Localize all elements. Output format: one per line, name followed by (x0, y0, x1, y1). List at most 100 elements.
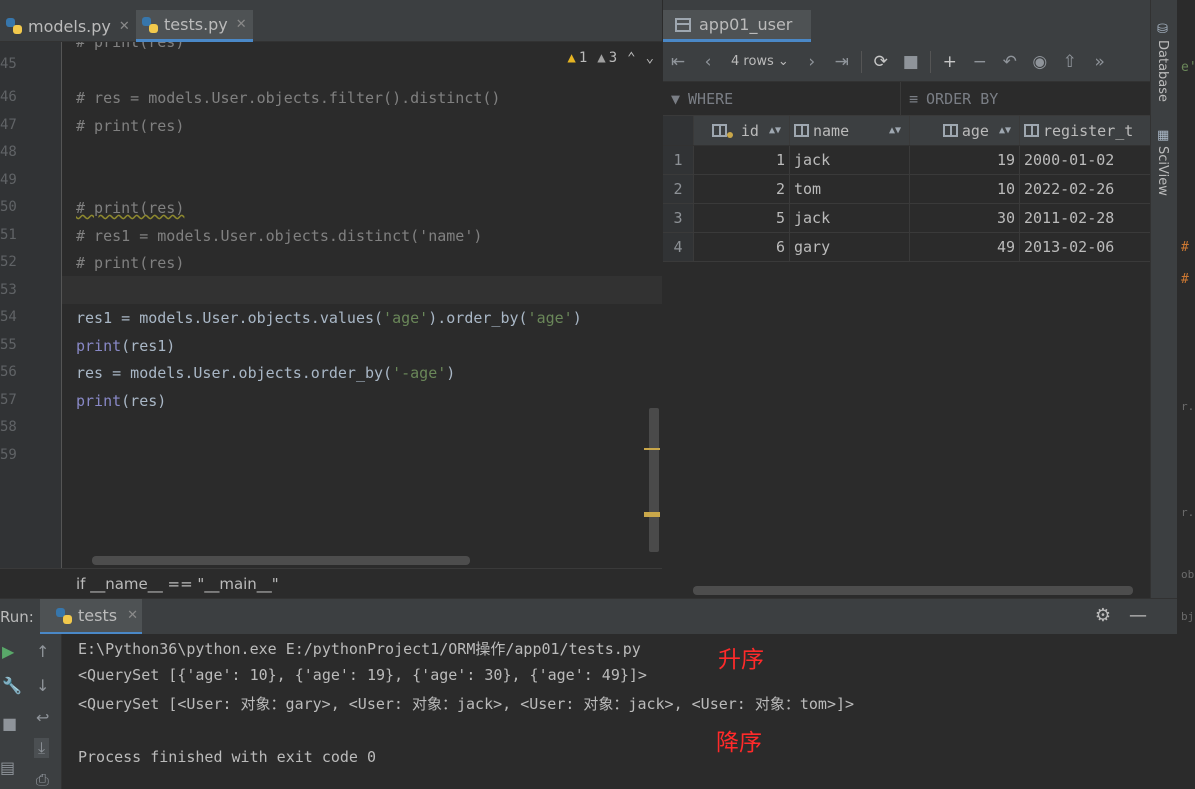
add-row-icon[interactable]: + (935, 47, 965, 77)
warning-count-value: 1 (578, 50, 588, 66)
print-icon[interactable]: ⎙ (36, 770, 49, 789)
table-row[interactable]: 3 5 jack 30 2011-02-28 (663, 204, 1151, 233)
edge-fragment: r. (1181, 506, 1195, 519)
chevron-down-icon[interactable]: ⌄ (646, 50, 654, 66)
row-number: 2 (663, 175, 694, 203)
first-page-icon[interactable]: ⇤ (663, 47, 693, 77)
inspection-widget[interactable]: ▲ 1 ▲ 3 ⌃ ⌄ (567, 50, 654, 66)
cell-id[interactable]: 6 (694, 233, 790, 261)
wrench-icon[interactable]: 🔧 (2, 676, 22, 695)
revert-icon[interactable]: ↶ (995, 47, 1025, 77)
cell-age[interactable]: 49 (910, 233, 1020, 261)
sort-arrows-icon[interactable]: ▲▼ (999, 125, 1011, 136)
line-number: 46 (0, 89, 17, 105)
chevron-up-icon[interactable]: ⌃ (627, 50, 635, 66)
view-query-icon[interactable]: ◉ (1025, 47, 1055, 77)
close-icon[interactable]: ✕ (119, 19, 130, 34)
table-row[interactable]: 1 1 jack 19 2000-01-02 (663, 146, 1151, 175)
console-line: <QuerySet [{'age': 10}, {'age': 19}, {'a… (78, 666, 647, 684)
stop-icon[interactable]: ■ (896, 47, 926, 77)
code-token: (res) (121, 392, 167, 410)
up-arrow-icon[interactable]: ↑ (36, 642, 49, 661)
close-icon[interactable]: ✕ (127, 608, 138, 623)
rerun-icon[interactable]: ▶ (2, 642, 14, 661)
run-tab-tests[interactable]: tests ✕ (40, 599, 142, 635)
code-editor[interactable]: 45 46 47 48 49 50 51 52 53 54 55 56 57 5… (0, 42, 662, 568)
close-icon[interactable]: ✕ (236, 17, 247, 32)
cell-id[interactable]: 1 (694, 146, 790, 174)
layout-icon[interactable]: ▤ (0, 758, 15, 777)
cell-id[interactable]: 5 (694, 204, 790, 232)
edge-fragment: r. (1181, 400, 1195, 413)
sort-arrows-icon[interactable]: ▲▼ (769, 125, 781, 136)
where-label: WHERE (688, 89, 734, 108)
grid-horizontal-scrollbar[interactable] (693, 586, 1133, 595)
db-tab-bar: app01_user (663, 0, 1151, 42)
python-file-icon (6, 18, 22, 34)
column-header-register-time[interactable]: register_t (1020, 116, 1151, 145)
scroll-marker (644, 512, 660, 517)
next-page-icon[interactable]: › (797, 47, 827, 77)
cell-age[interactable]: 10 (910, 175, 1020, 203)
gear-icon[interactable]: ⚙ (1095, 605, 1111, 626)
soft-wrap-icon[interactable]: ↩ (36, 708, 49, 727)
submit-icon[interactable]: ⇧ (1055, 47, 1085, 77)
tool-window-database[interactable]: Database (1155, 40, 1170, 102)
tab-models-py[interactable]: models.py ✕ (0, 10, 136, 42)
tab-tests-py[interactable]: tests.py ✕ (136, 10, 253, 42)
order-by-filter[interactable]: ≡ ORDER BY (901, 90, 998, 108)
cell-age[interactable]: 19 (910, 146, 1020, 174)
cell-register-time[interactable]: 2000-01-02 (1020, 146, 1151, 174)
cell-id[interactable]: 2 (694, 175, 790, 203)
string-literal: '-age' (392, 364, 447, 382)
cell-register-time[interactable]: 2022-02-26 (1020, 175, 1151, 203)
refresh-icon[interactable]: ⟳ (866, 47, 896, 77)
line-number: 51 (0, 227, 17, 243)
down-arrow-icon[interactable]: ↓ (36, 676, 49, 695)
cell-name[interactable]: gary (790, 233, 910, 261)
string-literal: 'age' (527, 309, 573, 327)
scroll-to-end-icon[interactable]: ⤓ (34, 738, 50, 758)
weak-warning-count[interactable]: ▲ 3 (597, 50, 617, 66)
editor-vertical-scrollbar[interactable] (649, 408, 659, 552)
last-page-icon[interactable]: ⇥ (827, 47, 857, 77)
previous-page-icon[interactable]: ‹ (693, 47, 723, 77)
breadcrumb-item[interactable]: if __name__ == "__main__" (76, 575, 279, 593)
column-icon (1024, 124, 1039, 137)
where-filter[interactable]: ▼ WHERE (663, 82, 901, 115)
rows-selector[interactable]: 4 rows ⌄ (723, 48, 797, 76)
column-icon (711, 124, 727, 137)
column-icon (794, 124, 809, 137)
grid-header-row: id ▲▼ name ▲▼ age ▲▼ register_t (663, 116, 1151, 146)
tab-app01-user[interactable]: app01_user (663, 10, 811, 42)
chevron-down-icon: ⌄ (777, 54, 789, 69)
minimize-icon[interactable]: — (1129, 605, 1147, 626)
tool-window-sciview[interactable]: SciView (1155, 146, 1170, 196)
code-line-56: res = models.User.objects.order_by('-age… (76, 364, 455, 382)
console-output[interactable]: E:\Python36\python.exe E:/pythonProject1… (62, 634, 1177, 789)
warning-count[interactable]: ▲ 1 (567, 50, 587, 66)
more-icon[interactable]: » (1085, 47, 1115, 77)
code-line-54: res1 = models.User.objects.values('age')… (76, 309, 582, 327)
stop-icon[interactable]: ■ (2, 714, 17, 733)
editor-horizontal-scrollbar[interactable] (92, 556, 470, 565)
column-icon (942, 124, 958, 137)
delete-row-icon[interactable]: − (965, 47, 995, 77)
column-header-label: age (961, 121, 989, 140)
table-row[interactable]: 4 6 gary 49 2013-02-06 (663, 233, 1151, 262)
cell-age[interactable]: 30 (910, 204, 1020, 232)
code-token: res = models.User.objects.order_by( (76, 364, 393, 382)
column-header-id[interactable]: id ▲▼ (694, 116, 790, 145)
table-row[interactable]: 2 2 tom 10 2022-02-26 (663, 175, 1151, 204)
sort-arrows-icon[interactable]: ▲▼ (889, 125, 901, 136)
column-header-name[interactable]: name ▲▼ (790, 116, 910, 145)
line-number: 54 (0, 309, 17, 325)
column-header-age[interactable]: age ▲▼ (910, 116, 1020, 145)
cell-name[interactable]: jack (790, 204, 910, 232)
line-number: 55 (0, 337, 17, 353)
cell-register-time[interactable]: 2013-02-06 (1020, 233, 1151, 261)
cell-name[interactable]: tom (790, 175, 910, 203)
column-header-label: register_t (1043, 121, 1134, 140)
cell-register-time[interactable]: 2011-02-28 (1020, 204, 1151, 232)
cell-name[interactable]: jack (790, 146, 910, 174)
